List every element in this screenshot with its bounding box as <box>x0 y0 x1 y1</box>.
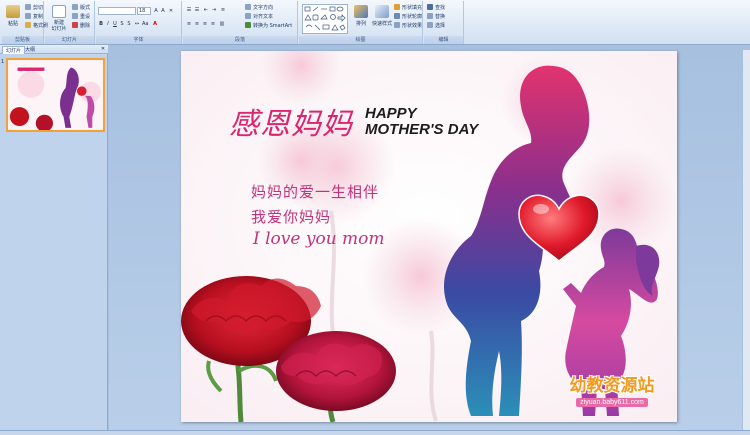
brush-icon <box>25 22 31 28</box>
brand-logo: 幼教资源站 ziyuan.baby611.com <box>556 371 668 407</box>
slide-line-1: 妈妈的爱一生相伴 <box>251 183 380 201</box>
replace-icon <box>427 13 433 19</box>
close-pane-icon[interactable]: ✕ <box>100 46 106 52</box>
font-size-box[interactable]: 18 <box>137 7 151 15</box>
binoculars-icon <box>427 4 433 10</box>
drawing-group-label: 绘图 <box>299 36 422 44</box>
increase-indent-icon[interactable]: ⇥ <box>211 7 217 13</box>
align-text-button[interactable]: 对齐文本 <box>245 13 273 21</box>
cursor-icon <box>427 22 433 28</box>
arrange-icon <box>354 5 368 18</box>
effects-icon <box>394 22 400 28</box>
shape-effects-button[interactable]: 形状效果 <box>394 22 422 30</box>
slide-canvas: 感恩妈妈 HAPPY MOTHER'S DAY 妈妈的爱一生相伴 我爱你妈妈 I… <box>109 45 750 430</box>
clipboard-group: 粘贴 剪切 复制 格式刷 剪贴板 <box>2 1 48 44</box>
align-text-icon <box>245 13 251 19</box>
spacing-icon[interactable]: ↔ <box>134 21 140 27</box>
ribbon: 粘贴 剪切 复制 格式刷 剪贴板 新建 幻灯片 版式 重设 删除 幻灯片 18 … <box>0 0 750 45</box>
shapes-gallery-icons <box>304 6 346 31</box>
clipboard-group-label: 剪贴板 <box>2 36 43 44</box>
italic-icon[interactable]: I <box>105 21 111 27</box>
justify-icon[interactable]: ≡ <box>210 21 216 27</box>
fill-bucket-icon <box>394 4 400 10</box>
align-right-icon[interactable]: ≡ <box>202 21 208 27</box>
select-button[interactable]: 选择 <box>427 22 445 30</box>
case-icon[interactable]: Aa <box>142 21 148 27</box>
find-button[interactable]: 查找 <box>427 4 445 12</box>
thumbnail-preview <box>8 60 103 132</box>
brand-url: ziyuan.baby611.com <box>576 398 648 407</box>
outline-pen-icon <box>394 13 400 19</box>
align-center-icon[interactable]: ≡ <box>194 21 200 27</box>
shape-outline-button[interactable]: 形状轮廓 <box>394 13 422 21</box>
slides-group-label: 幻灯片 <box>45 36 94 44</box>
layout-icon <box>72 4 78 10</box>
bold-icon[interactable]: B <box>98 21 104 27</box>
shapes-gallery[interactable] <box>302 4 348 34</box>
slides-pane: 幻灯片 大纲 ✕ 1 <box>0 45 108 430</box>
status-bar <box>0 430 750 435</box>
delete-icon <box>72 22 78 28</box>
grow-font-icon[interactable]: A <box>153 8 159 14</box>
paste-icon <box>6 5 20 18</box>
paste-button[interactable]: 粘贴 <box>3 4 23 34</box>
text-direction-button[interactable]: 文字方向 <box>245 4 273 12</box>
paragraph-group: ☰ ☰ ⇤ ⇥ ≡ ≡ ≡ ≡ ≡ ▥ 文字方向 对齐文本 转换为 SmartA… <box>183 1 298 44</box>
slide-number: 1 <box>1 59 5 65</box>
shape-fill-button[interactable]: 形状填充 <box>394 4 422 12</box>
bullets-icon[interactable]: ☰ <box>186 7 192 13</box>
slide-title-cn: 感恩妈妈 <box>229 107 353 142</box>
vertical-scrollbar[interactable] <box>742 50 750 430</box>
new-slide-button[interactable]: 新建 幻灯片 <box>48 4 70 34</box>
numbering-icon[interactable]: ☰ <box>194 7 200 13</box>
slide-line-3: I love you mom <box>253 229 385 249</box>
slide-title-en-2: MOTHER'S DAY <box>365 121 479 138</box>
delete-slide-button[interactable]: 删除 <box>72 22 90 30</box>
slide-line-2: 我爱你妈妈 <box>251 208 332 226</box>
underline-icon[interactable]: U <box>112 21 118 27</box>
smartart-button[interactable]: 转换为 SmartArt <box>245 22 292 30</box>
smartart-icon <box>245 22 251 28</box>
copy-button[interactable]: 复制 <box>25 13 43 21</box>
strikethrough-icon[interactable]: S <box>119 21 125 27</box>
shrink-font-icon[interactable]: A <box>160 8 166 14</box>
text-direction-icon <box>245 4 251 10</box>
arrange-button[interactable]: 排列 <box>351 4 371 34</box>
new-slide-icon <box>52 5 66 18</box>
layout-button[interactable]: 版式 <box>72 4 90 12</box>
font-name-box[interactable] <box>98 7 136 15</box>
tab-outline[interactable]: 大纲 <box>22 46 38 54</box>
clear-format-icon[interactable]: ✕ <box>168 8 174 14</box>
paragraph-group-label: 段落 <box>183 36 297 44</box>
copy-icon <box>25 13 31 19</box>
font-color-icon[interactable]: A <box>152 21 158 27</box>
editing-group-label: 编辑 <box>424 36 463 44</box>
replace-button[interactable]: 替换 <box>427 13 445 21</box>
slide-thumbnail-1[interactable] <box>6 58 105 132</box>
slide-1[interactable]: 感恩妈妈 HAPPY MOTHER'S DAY 妈妈的爱一生相伴 我爱你妈妈 I… <box>181 51 677 422</box>
quick-styles-button[interactable]: 快速样式 <box>371 4 393 34</box>
reset-button[interactable]: 重设 <box>72 13 90 21</box>
line-spacing-icon[interactable]: ≡ <box>220 7 226 13</box>
columns-icon[interactable]: ▥ <box>219 21 225 27</box>
decrease-indent-icon[interactable]: ⇤ <box>203 7 209 13</box>
quick-styles-icon <box>375 5 389 18</box>
shadow-icon[interactable]: S <box>126 21 132 27</box>
scissors-icon <box>25 4 31 10</box>
font-group: 18 A A ✕ B I U S S ↔ Aa A 字体 <box>96 1 182 44</box>
editing-group: 查找 替换 选择 编辑 <box>424 1 464 44</box>
align-left-icon[interactable]: ≡ <box>186 21 192 27</box>
slides-group: 新建 幻灯片 版式 重设 删除 幻灯片 <box>45 1 95 44</box>
drawing-group: 排列 快速样式 形状填充 形状轮廓 形状效果 绘图 <box>299 1 423 44</box>
brand-name: 幼教资源站 <box>569 376 655 396</box>
cut-button[interactable]: 剪切 <box>25 4 43 12</box>
font-group-label: 字体 <box>96 36 181 44</box>
reset-icon <box>72 13 78 19</box>
pane-tabs: 幻灯片 大纲 ✕ <box>0 45 108 54</box>
slide-title-en-1: HAPPY <box>365 105 417 122</box>
